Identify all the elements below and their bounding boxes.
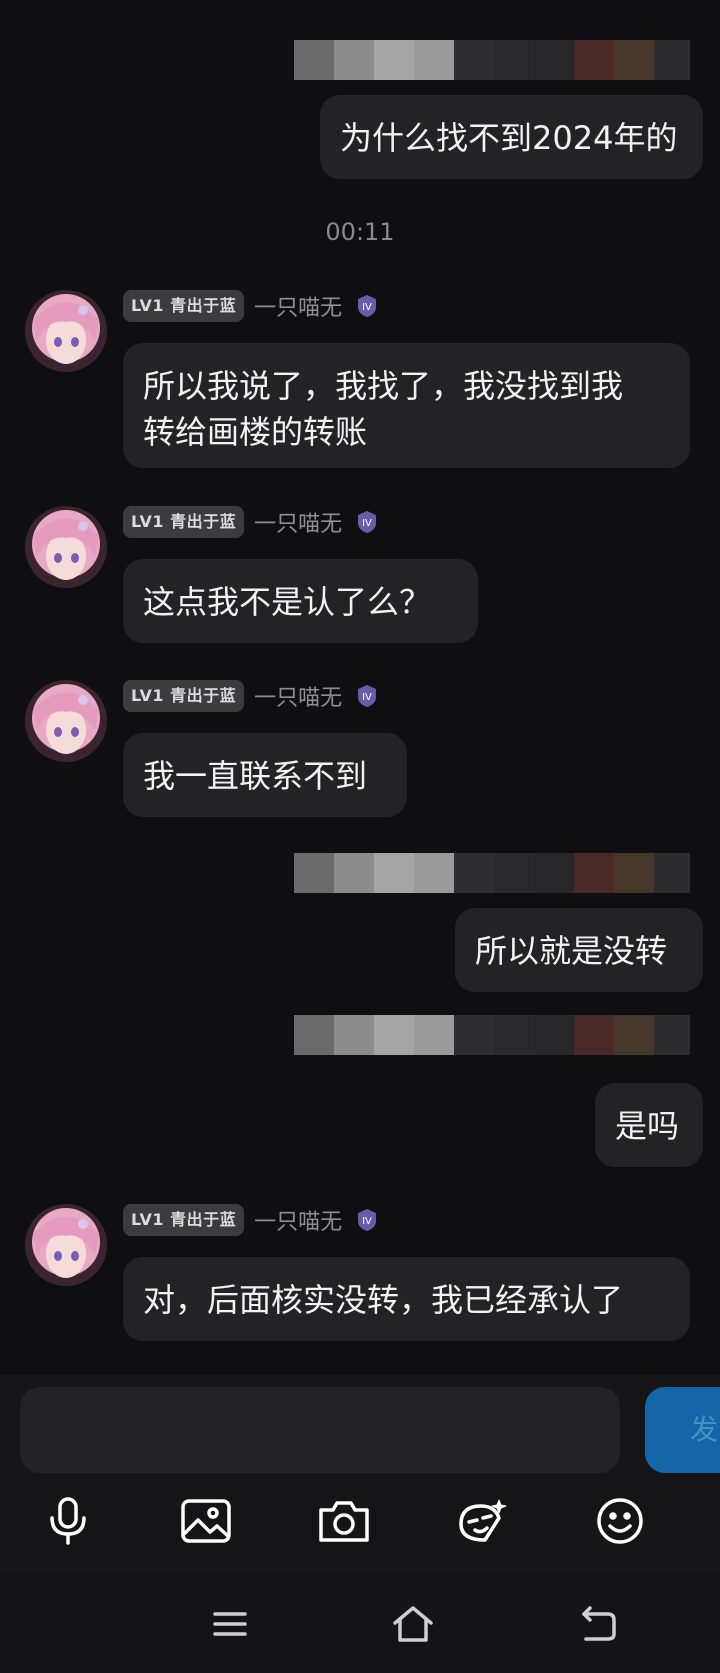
emoji-icon[interactable]: [590, 1491, 650, 1551]
blurred-sender-name: [294, 40, 690, 80]
menu-icon[interactable]: [205, 1603, 255, 1645]
message-bubble[interactable]: 为什么找不到2024年的: [320, 95, 703, 179]
sender-nickname[interactable]: 一只喵无: [254, 1204, 342, 1236]
svg-text:IV: IV: [362, 1216, 372, 1227]
message-bubble[interactable]: 是吗: [595, 1083, 703, 1167]
message-header: LV1 青出于蓝 一只喵无 IV: [123, 1204, 380, 1236]
message-bubble[interactable]: 对，后面核实没转，我已经承认了: [123, 1257, 690, 1341]
verified-badge-icon: IV: [358, 1209, 377, 1231]
avatar[interactable]: [25, 1204, 107, 1286]
timestamp: 00:11: [325, 218, 395, 246]
level-badge: LV1 青出于蓝: [123, 290, 245, 322]
back-icon[interactable]: [573, 1603, 623, 1645]
level-badge: LV1 青出于蓝: [123, 506, 245, 538]
svg-text:IV: IV: [362, 518, 372, 529]
avatar[interactable]: [25, 290, 107, 372]
level-badge: LV1 青出于蓝: [123, 1204, 245, 1236]
message-bubble[interactable]: 我一直联系不到: [123, 733, 407, 817]
message-header: LV1 青出于蓝 一只喵无 IV: [123, 506, 380, 538]
send-button[interactable]: 发: [645, 1387, 720, 1473]
input-toolbar: [0, 1473, 720, 1573]
image-icon[interactable]: [176, 1491, 236, 1551]
avatar[interactable]: [25, 680, 107, 762]
message-bubble[interactable]: 这点我不是认了么？: [123, 559, 478, 643]
level-badge: LV1 青出于蓝: [123, 680, 245, 712]
message-header: LV1 青出于蓝 一只喵无 IV: [123, 290, 380, 322]
input-bar: 发: [0, 1375, 720, 1473]
verified-badge-icon: IV: [358, 685, 377, 707]
message-header: LV1 青出于蓝 一只喵无 IV: [123, 680, 380, 712]
message-bubble[interactable]: 所以我说了，我找了，我没找到我 转给画楼的转账: [123, 343, 690, 468]
system-navigation-bar: [0, 1573, 720, 1673]
microphone-icon[interactable]: [38, 1491, 98, 1551]
sender-nickname[interactable]: 一只喵无: [254, 290, 342, 322]
camera-icon[interactable]: [314, 1491, 374, 1551]
blurred-sender-name: [294, 1015, 690, 1055]
sender-nickname[interactable]: 一只喵无: [254, 506, 342, 538]
avatar[interactable]: [25, 506, 107, 588]
message-bubble[interactable]: 所以就是没转: [455, 908, 703, 992]
sticker-icon[interactable]: [452, 1491, 512, 1551]
verified-badge-icon: IV: [358, 511, 377, 533]
blurred-sender-name: [294, 853, 690, 893]
home-icon[interactable]: [388, 1603, 438, 1645]
svg-text:IV: IV: [362, 692, 372, 703]
verified-badge-icon: IV: [358, 295, 377, 317]
chat-area[interactable]: 为什么找不到2024年的 00:11 LV1 青出于蓝 一只喵无 IV 所以我说…: [0, 0, 720, 1375]
message-input[interactable]: [20, 1387, 620, 1473]
svg-text:IV: IV: [362, 302, 372, 313]
sender-nickname[interactable]: 一只喵无: [254, 680, 342, 712]
